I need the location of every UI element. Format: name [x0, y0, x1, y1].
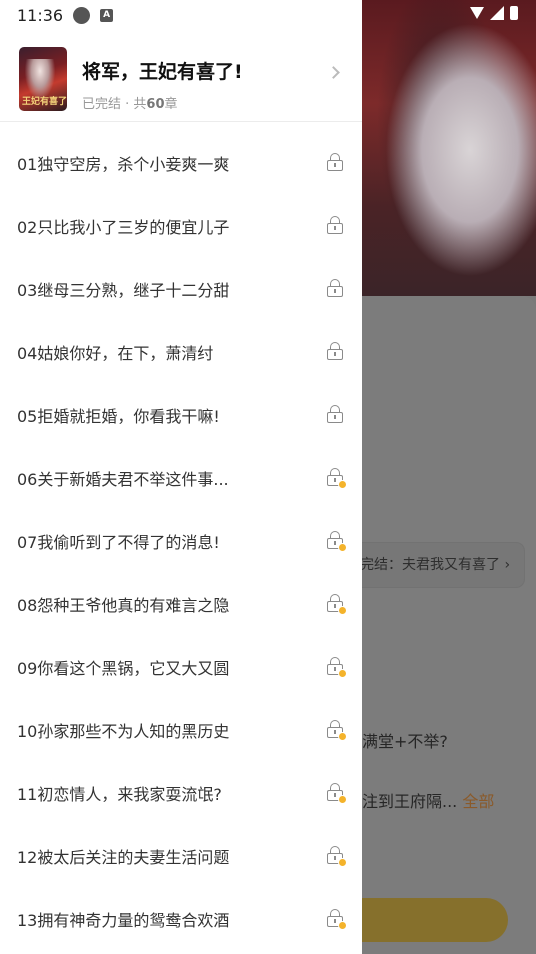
chapter-item[interactable]: 06关于新婚夫君不举这件事... — [0, 446, 362, 509]
wifi-icon — [470, 7, 484, 19]
lock-coin-icon — [327, 531, 347, 552]
status-bar: 11:36 A — [0, 0, 362, 30]
chapter-title: 05拒婚就拒婚，你看我干嘛! — [17, 406, 220, 426]
book-header[interactable]: 王妃有喜了 将军，王妃有喜了! 已完结 · 共60章 — [0, 30, 362, 122]
lock-coin-icon — [327, 657, 347, 678]
lock-icon — [327, 405, 343, 423]
lock-coin-icon — [327, 594, 347, 615]
background-related-chip: 完结：夫君我又有喜了 › — [340, 543, 524, 587]
chapter-title: 09你看这个黑锅，它又大又圆 — [17, 658, 230, 678]
chapter-item[interactable]: 08怨种王爷他真的有难言之隐 — [0, 572, 362, 635]
status-time: 11:36 — [17, 5, 64, 25]
lock-coin-icon — [327, 783, 347, 804]
background-text-2: 注到王府隔... 全部 — [362, 788, 494, 812]
lock-coin-icon — [327, 720, 347, 741]
signal-icon — [490, 6, 504, 20]
meta-separator: · 共 — [121, 97, 147, 112]
chapter-count: 60 — [146, 97, 165, 112]
chapter-item[interactable]: 03继母三分熟，继子十二分甜 — [0, 257, 362, 320]
chapter-title: 13拥有神奇力量的鸳鸯合欢酒 — [17, 910, 230, 930]
battery-icon — [510, 6, 518, 20]
chapter-item[interactable]: 02只比我小了三岁的便宜儿子 — [0, 194, 362, 257]
chapter-item[interactable]: 01独守空房，杀个小妾爽一爽 — [0, 131, 362, 194]
chapter-item[interactable]: 12被太后关注的夫妻生活问题 — [0, 824, 362, 887]
chapter-title: 07我偷听到了不得了的消息! — [17, 532, 220, 552]
chapter-title: 03继母三分熟，继子十二分甜 — [17, 280, 230, 300]
chapter-title: 06关于新婚夫君不举这件事... — [17, 469, 229, 489]
lock-coin-icon — [327, 909, 347, 930]
chapter-title: 12被太后关注的夫妻生活问题 — [17, 847, 230, 867]
lock-icon — [327, 153, 343, 171]
notification-dot-icon — [73, 6, 91, 24]
chapter-item[interactable]: 09你看这个黑锅，它又大又圆 — [0, 635, 362, 698]
lock-icon — [327, 279, 343, 297]
background-more-link: 全部 — [462, 792, 495, 811]
chapter-title: 04姑娘你好，在下，萧清纣 — [17, 343, 214, 363]
chapter-unit: 章 — [164, 97, 178, 112]
notification-a-icon: A — [100, 8, 114, 22]
lock-coin-icon — [327, 468, 347, 489]
status-icons — [470, 6, 518, 20]
chapter-item[interactable]: 13拥有神奇力量的鸳鸯合欢酒 — [0, 887, 362, 950]
book-info: 将军，王妃有喜了! 已完结 · 共60章 — [82, 57, 243, 112]
lock-icon — [327, 216, 343, 234]
chapter-item[interactable]: 05拒婚就拒婚，你看我干嘛! — [0, 383, 362, 446]
chapter-item[interactable]: 07我偷听到了不得了的消息! — [0, 509, 362, 572]
lock-icon — [327, 342, 343, 360]
book-status: 已完结 — [82, 97, 122, 112]
chapter-title: 10孙家那些不为人知的黑历史 — [17, 721, 230, 741]
book-meta: 已完结 · 共60章 — [82, 93, 243, 112]
chapter-title: 01独守空房，杀个小妾爽一爽 — [17, 154, 230, 174]
book-cover: 王妃有喜了 — [19, 47, 67, 111]
lock-coin-icon — [327, 846, 347, 867]
background-text-1: 满堂+不举? — [362, 732, 448, 751]
background-synopsis: 注到王府隔... — [362, 792, 458, 811]
chapter-title: 02只比我小了三岁的便宜儿子 — [17, 217, 230, 237]
chapter-drawer: 11:36 A 王妃有喜了 将军，王妃有喜了! 已完结 · 共60章 01独守空… — [0, 0, 362, 954]
chevron-right-icon[interactable] — [327, 66, 340, 79]
cover-title-art: 王妃有喜了 — [22, 97, 67, 107]
book-title: 将军，王妃有喜了! — [82, 61, 243, 83]
chapter-title: 11初恋情人，来我家耍流氓? — [17, 784, 222, 804]
chapter-item[interactable]: 11初恋情人，来我家耍流氓? — [0, 761, 362, 824]
chapter-list: 01独守空房，杀个小妾爽一爽 02只比我小了三岁的便宜儿子 03继母三分熟，继子十二… — [0, 131, 362, 950]
chapter-item[interactable]: 04姑娘你好，在下，萧清纣 — [0, 320, 362, 383]
chapter-item[interactable]: 10孙家那些不为人知的黑历史 — [0, 698, 362, 761]
chapter-title: 08怨种王爷他真的有难言之隐 — [17, 595, 230, 615]
